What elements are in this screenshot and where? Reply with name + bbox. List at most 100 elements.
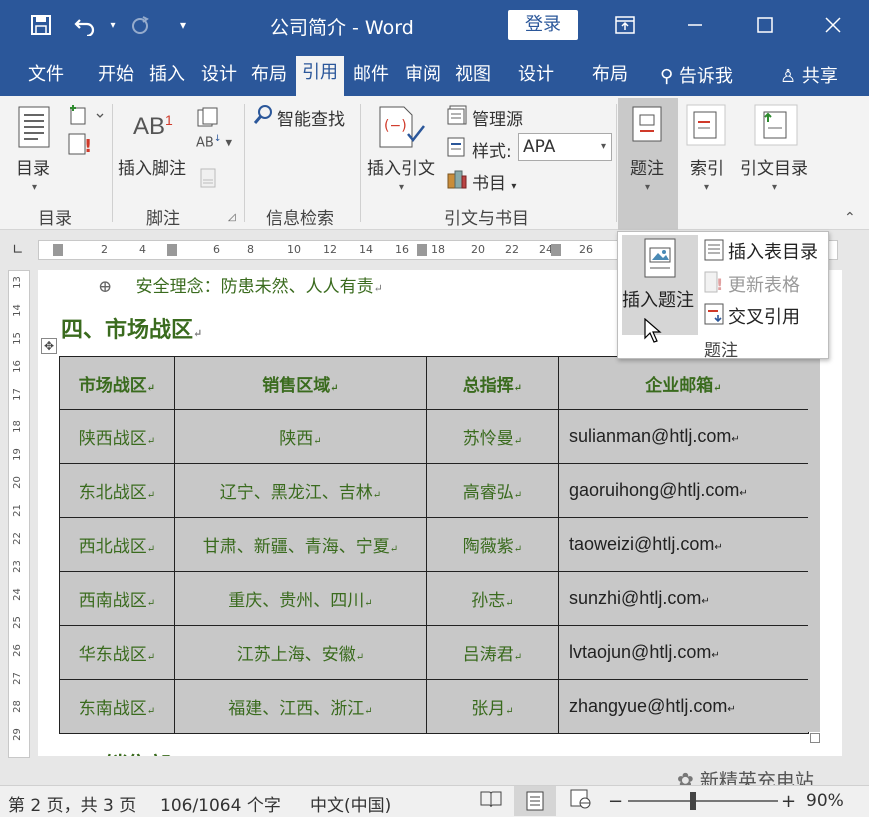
table-cell[interactable]: 甘肃、新疆、青海、宁夏↵ xyxy=(174,517,427,572)
table-cell[interactable]: 吕涛君↵ xyxy=(426,625,559,680)
tab-mailings[interactable]: 邮件 xyxy=(348,58,394,96)
header-cell[interactable]: 销售区域↵ xyxy=(174,356,427,410)
vertical-ruler[interactable]: 13 14 15 16 17 18 19 20 21 22 23 24 25 2… xyxy=(8,270,30,758)
insert-footnote-label[interactable]: 插入脚注 xyxy=(118,154,186,179)
table-cell[interactable]: zhangyue@htlj.com↵ xyxy=(558,679,809,734)
ribbon-display-options-icon[interactable] xyxy=(610,10,640,40)
insert-table-of-figures-item[interactable]: 插入表目录 xyxy=(728,238,818,264)
zoom-in-button[interactable]: + xyxy=(781,791,796,812)
zoom-slider-thumb[interactable] xyxy=(690,792,696,810)
table-cell[interactable]: 张月↵ xyxy=(426,679,559,734)
table-cell[interactable]: 陕西↵ xyxy=(174,409,427,464)
table-cell[interactable]: 东南战区↵ xyxy=(59,679,175,734)
table-cell[interactable]: 福建、江西、浙江↵ xyxy=(174,679,427,734)
table-cell[interactable]: 东北战区↵ xyxy=(59,463,175,518)
table-cell[interactable]: 孙志↵ xyxy=(426,571,559,626)
page-count[interactable]: 第 2 页，共 3 页 xyxy=(8,791,136,816)
save-icon[interactable] xyxy=(28,12,54,38)
table-cell[interactable]: 辽宁、黑龙江、吉林↵ xyxy=(174,463,427,518)
zoom-out-button[interactable]: − xyxy=(608,791,623,812)
table-cell[interactable]: 西南战区↵ xyxy=(59,571,175,626)
table-cell[interactable]: sulianman@htlj.com↵ xyxy=(558,409,809,464)
zoom-slider-track[interactable] xyxy=(628,800,778,802)
tab-references[interactable]: 引用 xyxy=(296,56,344,96)
table-cell[interactable]: 苏怜曼↵ xyxy=(426,409,559,464)
table-of-contents-icon[interactable] xyxy=(18,106,50,152)
captions-label[interactable]: 题注 xyxy=(630,154,664,179)
index-label[interactable]: 索引 xyxy=(690,154,724,179)
tab-file[interactable]: 文件 xyxy=(16,58,76,96)
table-cell[interactable]: 陶薇紫↵ xyxy=(426,517,559,572)
tab-layout[interactable]: 布局 xyxy=(246,58,292,96)
customize-qat-icon[interactable]: ▾ xyxy=(170,12,196,38)
insert-footnote-icon[interactable]: AB1 xyxy=(133,112,173,141)
table-cell[interactable]: sunzhi@htlj.com↵ xyxy=(558,571,809,626)
undo-dropdown-icon[interactable]: ▾ xyxy=(100,12,126,38)
table-cell[interactable]: 高睿弘↵ xyxy=(426,463,559,518)
add-text-icon[interactable] xyxy=(67,104,105,130)
table-cell[interactable]: taoweizi@htlj.com↵ xyxy=(558,517,809,572)
column-marker[interactable] xyxy=(417,244,427,256)
collapse-ribbon-icon[interactable]: ⌃ xyxy=(844,210,856,226)
bibliography-icon[interactable] xyxy=(446,168,468,194)
update-table-icon[interactable]: ! xyxy=(67,132,92,160)
section-heading[interactable]: 四、市场战区↵ xyxy=(61,312,202,344)
toa-dropdown-icon[interactable]: ▾ xyxy=(772,182,777,193)
insert-citation-icon[interactable]: (−) xyxy=(378,106,426,152)
table-move-handle-icon[interactable]: ✥ xyxy=(41,338,57,354)
tab-table-layout[interactable]: 布局 xyxy=(586,58,634,96)
tab-design[interactable]: 设计 xyxy=(196,58,242,96)
next-footnote-icon[interactable]: AB↓ ▾ xyxy=(196,134,232,150)
manage-sources-icon[interactable] xyxy=(446,104,468,130)
tab-selector-icon[interactable]: ∟ xyxy=(12,242,24,258)
next-section-heading[interactable]: 五、销售部 xyxy=(61,748,171,756)
table-cell[interactable]: 西北战区↵ xyxy=(59,517,175,572)
table-cell[interactable]: 陕西战区↵ xyxy=(59,409,175,464)
smart-lookup-icon[interactable] xyxy=(252,104,274,130)
smart-lookup-label[interactable]: 智能查找 xyxy=(277,105,345,130)
web-layout-icon[interactable] xyxy=(570,789,592,814)
zoom-level[interactable]: 90% xyxy=(806,791,844,811)
captions-icon[interactable] xyxy=(632,106,662,146)
table-of-authorities-label[interactable]: 引文目录 xyxy=(740,154,808,179)
tab-view[interactable]: 视图 xyxy=(450,58,496,96)
undo-icon[interactable] xyxy=(72,12,98,38)
share-button[interactable]: ♙ 共享 xyxy=(780,62,838,88)
table-of-authorities-icon[interactable] xyxy=(754,104,798,150)
cross-reference-item[interactable]: 交叉引用 xyxy=(728,303,800,329)
insert-citation-label[interactable]: 插入引文 xyxy=(367,154,435,179)
table-cell[interactable]: 重庆、贵州、四川↵ xyxy=(174,571,427,626)
tab-home[interactable]: 开始 xyxy=(92,58,140,96)
header-cell[interactable]: 总指挥↵ xyxy=(426,356,559,410)
table-cell[interactable]: lvtaojun@htlj.com↵ xyxy=(558,625,809,680)
captions-dropdown-icon[interactable]: ▾ xyxy=(645,182,650,193)
read-mode-icon[interactable] xyxy=(480,789,502,814)
column-marker[interactable] xyxy=(551,244,561,256)
insert-endnote-icon[interactable] xyxy=(196,106,220,132)
index-icon[interactable] xyxy=(686,104,726,150)
tab-review[interactable]: 审阅 xyxy=(400,58,446,96)
index-dropdown-icon[interactable]: ▾ xyxy=(704,182,709,193)
table-resize-handle-icon[interactable] xyxy=(810,733,820,743)
table-cell[interactable]: gaoruihong@htlj.com↵ xyxy=(558,463,809,518)
table-cell[interactable]: 华东战区↵ xyxy=(59,625,175,680)
footnote-dialog-launcher-icon[interactable]: ◿ xyxy=(228,212,236,223)
header-cell[interactable]: 企业邮箱↵ xyxy=(558,356,809,410)
header-cell[interactable]: 市场战区↵ xyxy=(59,356,175,410)
tab-table-design[interactable]: 设计 xyxy=(512,58,560,96)
update-table-item[interactable]: 更新表格 xyxy=(728,271,800,297)
manage-sources-label[interactable]: 管理源 xyxy=(472,105,523,130)
citation-style-select[interactable]: APA ▾ xyxy=(518,133,612,161)
bibliography-label[interactable]: 书目 ▾ xyxy=(472,169,516,194)
language-indicator[interactable]: 中文(中国) xyxy=(310,791,391,816)
market-table[interactable]: 市场战区↵ 销售区域↵ 总指挥↵ 企业邮箱↵ 陕西战区↵ 陕西↵ 苏怜曼↵ su… xyxy=(59,356,809,734)
login-button[interactable]: 登录 xyxy=(508,10,578,40)
insert-citation-dropdown-icon[interactable]: ▾ xyxy=(399,182,404,193)
maximize-icon[interactable] xyxy=(750,10,780,40)
table-cell[interactable]: 江苏上海、安徽↵ xyxy=(174,625,427,680)
redo-icon[interactable] xyxy=(127,12,153,38)
bullet-paragraph[interactable]: ⊕ 安全理念：防患未然、人人有责↵ xyxy=(98,272,383,297)
toc-dropdown-icon[interactable]: ▾ xyxy=(32,182,37,193)
close-icon[interactable] xyxy=(818,10,848,40)
print-layout-button[interactable] xyxy=(514,786,556,816)
